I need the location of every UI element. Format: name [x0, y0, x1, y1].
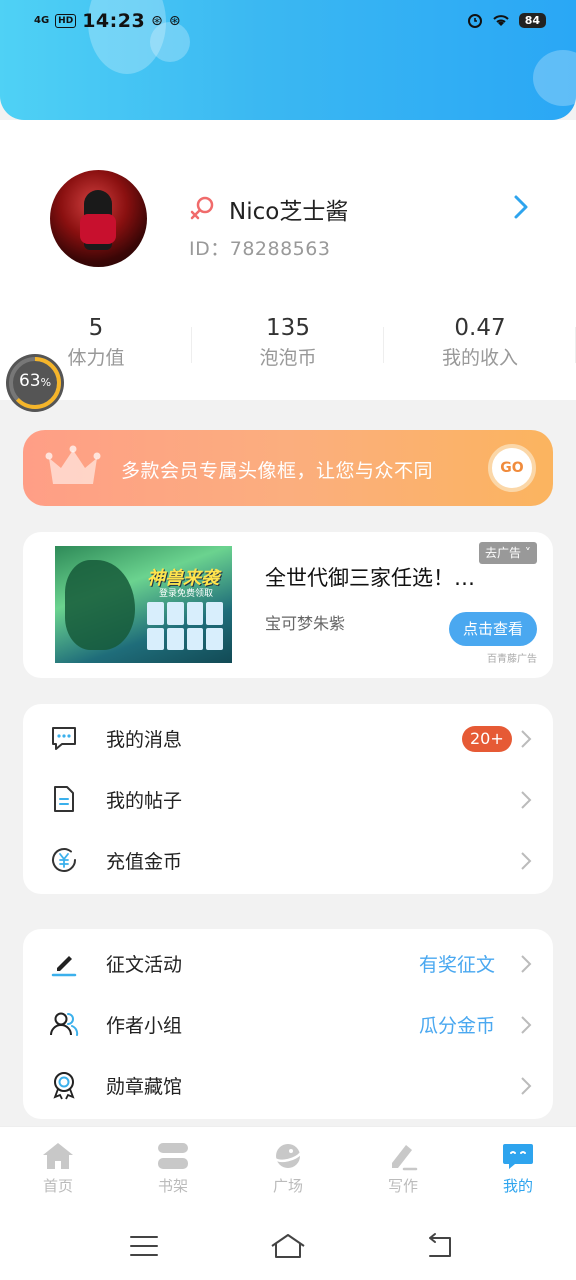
tab-home[interactable]: 首页: [18, 1141, 98, 1196]
remove-ad-button[interactable]: 去广告 ˅: [479, 542, 537, 564]
menu-label: 充值金币: [106, 851, 183, 873]
menu-item-my-posts[interactable]: 我的帖子: [23, 769, 553, 830]
coin-icon: [52, 848, 76, 872]
menu-item-author-group[interactable]: 作者小组 瓜分金币: [23, 994, 553, 1055]
menu-label: 勋章藏馆: [106, 1076, 183, 1098]
home-nav-icon[interactable]: [268, 1232, 308, 1260]
menu-extra-link[interactable]: 有奖征文: [419, 950, 495, 977]
decor-bubble: [533, 50, 576, 106]
bottom-tab-bar: 首页 书架 广场 写作 我的: [0, 1126, 576, 1210]
ad-view-button[interactable]: 点击查看: [449, 612, 537, 646]
stat-label: 泡泡币: [259, 347, 317, 369]
ad-card[interactable]: 神兽来袭 登录免费领取 全世代御三家任选！… 宝可梦朱紫 去广告 ˅ 点击查看 …: [23, 532, 553, 678]
system-nav-bar: [0, 1210, 576, 1280]
tab-label: 首页: [42, 1177, 73, 1195]
chevron-right-icon: [521, 1016, 532, 1034]
chat-bubble-icon: [503, 1144, 533, 1169]
tab-plaza[interactable]: 广场: [248, 1141, 328, 1196]
document-icon: [54, 786, 74, 812]
vip-banner[interactable]: 多款会员专属头像框，让您与众不同 GO: [23, 430, 553, 506]
menu-item-recharge-coins[interactable]: 充值金币: [23, 830, 553, 891]
tab-bookshelf[interactable]: 书架: [133, 1141, 213, 1196]
ad-image[interactable]: 神兽来袭 登录免费领取: [55, 546, 232, 663]
ad-source: 宝可梦朱紫: [265, 614, 346, 633]
stat-bubble-coins[interactable]: 135 泡泡币: [192, 315, 384, 370]
pen-icon: [51, 956, 77, 977]
user-name: Nico芝士酱: [229, 199, 349, 225]
clock: 14:23: [82, 10, 146, 32]
vip-banner-text: 多款会员专属头像框，让您与众不同: [121, 460, 434, 482]
menu-group-creator: 征文活动 有奖征文 作者小组 瓜分金币 勋章藏馆: [23, 929, 553, 1119]
chevron-right-icon: [521, 852, 532, 870]
menu-label: 征文活动: [106, 954, 183, 976]
stat-value: 5: [88, 315, 104, 341]
hd-badge: HD: [55, 14, 77, 28]
profile-card: Nico芝士酱 ID：78288563 5 体力值 135 泡泡币 0.47 我…: [0, 120, 576, 400]
back-icon[interactable]: [420, 1232, 460, 1260]
stat-value: 0.47: [454, 315, 506, 341]
weibo-icon: ⊛: [168, 13, 181, 29]
tab-label: 写作: [387, 1177, 418, 1195]
chevron-right-icon: [521, 1077, 532, 1095]
menu-label: 我的帖子: [106, 790, 183, 812]
menu-icon[interactable]: [124, 1232, 164, 1260]
ad-image-dragon: [65, 560, 135, 650]
medal-icon: [53, 1072, 75, 1100]
bookshelf-icon: [158, 1143, 188, 1169]
battery-indicator: 84: [518, 12, 546, 28]
tab-write[interactable]: 写作: [363, 1141, 443, 1196]
go-button[interactable]: GO: [488, 444, 536, 492]
home-icon: [43, 1143, 73, 1169]
chevron-right-icon: [521, 730, 532, 748]
tab-label: 我的: [502, 1177, 533, 1195]
ad-image-grid: [147, 602, 223, 650]
menu-label: 作者小组: [106, 1015, 183, 1037]
write-icon: [392, 1145, 418, 1171]
planet-icon: [274, 1144, 302, 1168]
menu-item-essay-contest[interactable]: 征文活动 有奖征文: [23, 933, 553, 994]
stats-row: 5 体力值 135 泡泡币 0.47 我的收入: [0, 315, 576, 385]
user-id: ID：78288563: [189, 238, 331, 260]
chevron-right-icon: [521, 791, 532, 809]
signal-indicator: 4G: [34, 15, 50, 26]
tab-mine[interactable]: 我的: [478, 1141, 558, 1196]
avatar-figure-outfit: [80, 214, 116, 244]
stat-income[interactable]: 0.47 我的收入: [384, 315, 576, 370]
tab-label: 广场: [272, 1177, 303, 1195]
group-icon: [50, 1012, 79, 1036]
status-bar: 4G HD 14:23 ⊛ ⊛ 84: [0, 0, 576, 44]
stat-value: 135: [266, 315, 310, 341]
stat-label: 我的收入: [441, 347, 518, 369]
menu-item-medal-hall[interactable]: 勋章藏馆: [23, 1055, 553, 1116]
ad-title: 全世代御三家任选！…: [265, 566, 475, 590]
menu-extra-link[interactable]: 瓜分金币: [419, 1011, 495, 1038]
chevron-right-icon: [521, 955, 532, 973]
progress-label: 63%: [18, 371, 52, 391]
weibo-icon: ⊛: [151, 13, 163, 29]
wifi-icon: [492, 15, 509, 26]
menu-item-messages[interactable]: 我的消息 20+: [23, 708, 553, 769]
tab-label: 书架: [157, 1177, 188, 1195]
message-icon: [52, 727, 76, 750]
profile-arrow-icon[interactable]: [510, 192, 532, 222]
menu-group-account: 我的消息 20+ 我的帖子 充值金币: [23, 704, 553, 894]
ad-provider: 百青藤广告: [487, 654, 537, 665]
menu-label: 我的消息: [106, 729, 183, 751]
avatar[interactable]: [50, 170, 147, 267]
ad-image-subtitle: 登录免费领取: [159, 589, 214, 599]
crown-icon: [45, 445, 101, 484]
floating-progress-widget[interactable]: 63%: [6, 354, 64, 412]
gender-pin-icon: [190, 196, 214, 220]
unread-badge: 20+: [462, 726, 512, 752]
alarm-icon: [467, 14, 482, 28]
